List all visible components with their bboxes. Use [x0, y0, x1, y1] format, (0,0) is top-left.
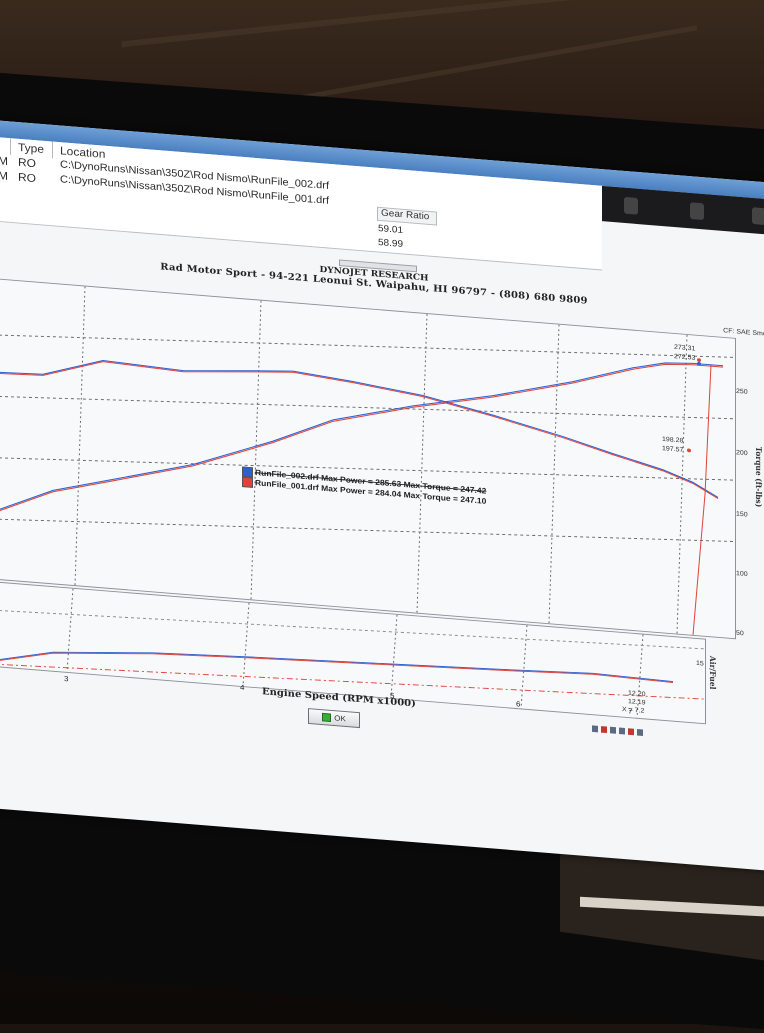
air-fuel-axis-title: Air/Fuel	[708, 655, 718, 690]
rpm-tick: 6	[516, 699, 521, 709]
rpm-tick: 7	[628, 706, 633, 716]
grid-line	[0, 334, 735, 358]
air-fuel-tick: 15	[696, 660, 704, 668]
torque-tick: 250	[736, 388, 748, 396]
grid-line	[0, 395, 735, 420]
monitor-screen: Type Location PM RO C:\DynoRuns\Nissan\3…	[0, 120, 764, 872]
grid-line	[416, 313, 428, 613]
grid-line	[66, 588, 74, 673]
torque-end-marker	[687, 448, 691, 453]
column-header-type[interactable]: Type	[18, 141, 44, 156]
torque-tick: 50	[736, 629, 744, 638]
torque-tick: 200	[736, 449, 748, 458]
legend-swatch	[242, 476, 253, 488]
gear-ratio-value: 59.01	[378, 223, 404, 236]
run-type: RO	[18, 170, 36, 185]
column-divider	[52, 141, 53, 159]
power-torque-plot	[0, 278, 736, 640]
power-curve-run-002	[0, 362, 723, 513]
tray-icon[interactable]	[628, 727, 634, 735]
power-torque-chart	[0, 286, 735, 635]
rpm-tick: 3	[64, 674, 69, 684]
column-header-location[interactable]: Location	[60, 144, 105, 161]
grid-line	[250, 300, 262, 600]
tray-icon[interactable]	[592, 724, 598, 732]
run-type: RO	[18, 155, 36, 171]
system-tray	[592, 722, 712, 745]
tray-icon[interactable]	[619, 727, 625, 735]
column-header-gear-ratio[interactable]: Gear Ratio	[377, 206, 437, 226]
torque-axis-title: Torque (ft-lbs)	[754, 446, 764, 508]
run-prefix: PM	[0, 168, 8, 183]
torque-tick: 100	[736, 570, 748, 578]
power-end-marker	[697, 358, 701, 362]
run-prefix: PM	[0, 153, 8, 168]
tool-icon[interactable]	[690, 202, 704, 221]
ok-label: OK	[334, 713, 346, 724]
tray-icon[interactable]	[637, 728, 643, 736]
grid-line	[548, 324, 560, 624]
pull-end-line	[692, 364, 712, 635]
torque-tick: 150	[736, 510, 748, 519]
grid-line	[676, 334, 688, 634]
power-curve-run-001	[0, 363, 723, 514]
af-end-label: 12.19	[628, 698, 646, 707]
grid-line	[74, 286, 86, 586]
grid-line	[520, 625, 528, 709]
grid-line	[0, 457, 735, 481]
torque-curve-run-002	[0, 359, 719, 498]
rpm-tick: 4	[240, 683, 245, 692]
tray-icon[interactable]	[601, 725, 607, 733]
grid-line	[390, 614, 398, 699]
column-divider	[10, 138, 11, 156]
ok-icon	[322, 712, 332, 723]
af-end-label: 12.20	[628, 690, 646, 699]
tool-icon[interactable]	[752, 207, 764, 226]
tray-icon[interactable]	[610, 726, 616, 734]
gear-ratio-value: 58.99	[378, 237, 404, 250]
grid-line	[242, 602, 250, 687]
ok-button[interactable]: OK	[308, 708, 360, 729]
tool-icon[interactable]	[624, 196, 638, 215]
